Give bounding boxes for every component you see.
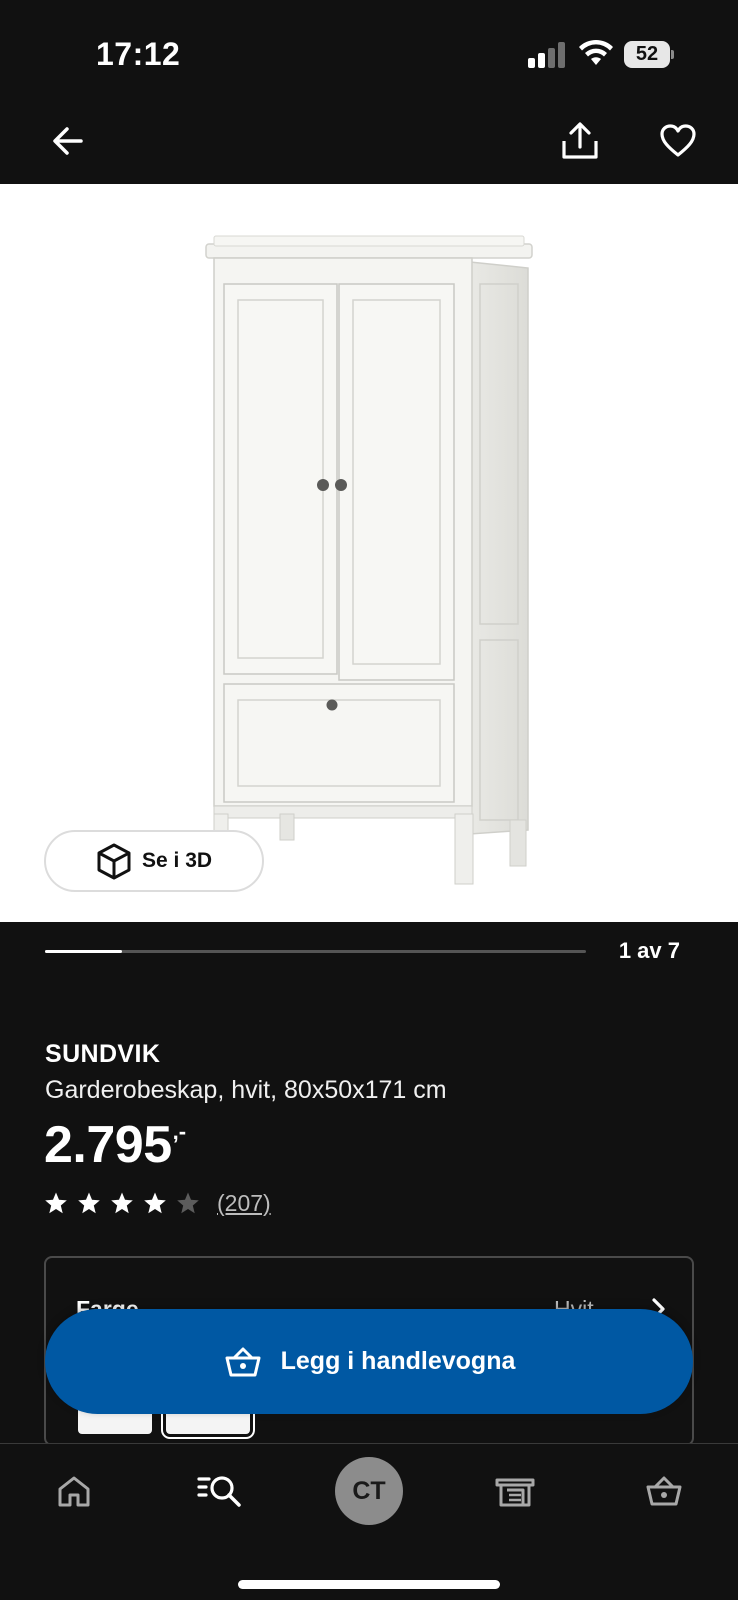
battery-level: 52 (624, 41, 670, 68)
search-icon (197, 1476, 241, 1507)
tab-search[interactable] (190, 1466, 250, 1516)
star-filled-icon (45, 1192, 67, 1214)
tab-cart[interactable] (634, 1466, 694, 1516)
add-to-cart-label: Legg i handlevogna (280, 1347, 516, 1375)
favorite-button[interactable] (656, 119, 700, 163)
star-filled-icon (78, 1192, 100, 1214)
price-suffix: ,- (172, 1119, 187, 1144)
add-to-cart-button[interactable]: Legg i handlevogna (45, 1309, 693, 1414)
home-indicator (238, 1580, 500, 1589)
wardrobe-product-image (205, 235, 533, 885)
status-time: 17:12 (96, 36, 181, 72)
status-bar: 17:12 52 (0, 0, 738, 110)
view-3d-button[interactable]: Se i 3D (44, 830, 264, 892)
star-filled-icon (144, 1192, 166, 1214)
share-icon (562, 122, 598, 159)
home-icon (58, 1476, 90, 1507)
tab-stores[interactable] (485, 1466, 545, 1516)
view-3d-label: Se i 3D (142, 849, 213, 872)
bottom-tab-bar: CT (0, 1443, 738, 1600)
star-filled-icon (111, 1192, 133, 1214)
product-description: Garderobeskap, hvit, 80x50x171 cm (45, 1076, 447, 1104)
product-price: 2.795 ,- (44, 1116, 186, 1174)
basket-icon (646, 1476, 682, 1506)
product-name: SUNDVIK (45, 1040, 161, 1068)
store-icon (495, 1478, 535, 1507)
signal-icon (528, 42, 566, 68)
share-button[interactable] (558, 119, 602, 163)
rating-stars (44, 1191, 209, 1215)
tab-profile-avatar[interactable]: CT (335, 1457, 403, 1525)
heart-icon (660, 124, 696, 157)
review-count-link[interactable]: (207) (217, 1190, 271, 1217)
star-empty-icon (177, 1192, 199, 1214)
rating[interactable]: (207) (44, 1188, 271, 1218)
cube-icon (97, 843, 131, 880)
wifi-icon (579, 39, 613, 65)
gallery-progress-fill (45, 950, 123, 953)
battery-indicator: 52 (624, 41, 674, 68)
tab-home[interactable] (44, 1466, 104, 1516)
basket-icon (225, 1347, 261, 1376)
gallery-progress-bar (45, 950, 586, 953)
gallery-page-counter: 1 av 7 (618, 938, 680, 963)
top-nav (0, 110, 738, 184)
product-image-gallery[interactable]: Se i 3D (0, 184, 738, 922)
price-main: 2.795 (44, 1116, 172, 1174)
arrow-left-icon (53, 127, 83, 155)
back-button[interactable] (46, 119, 90, 163)
